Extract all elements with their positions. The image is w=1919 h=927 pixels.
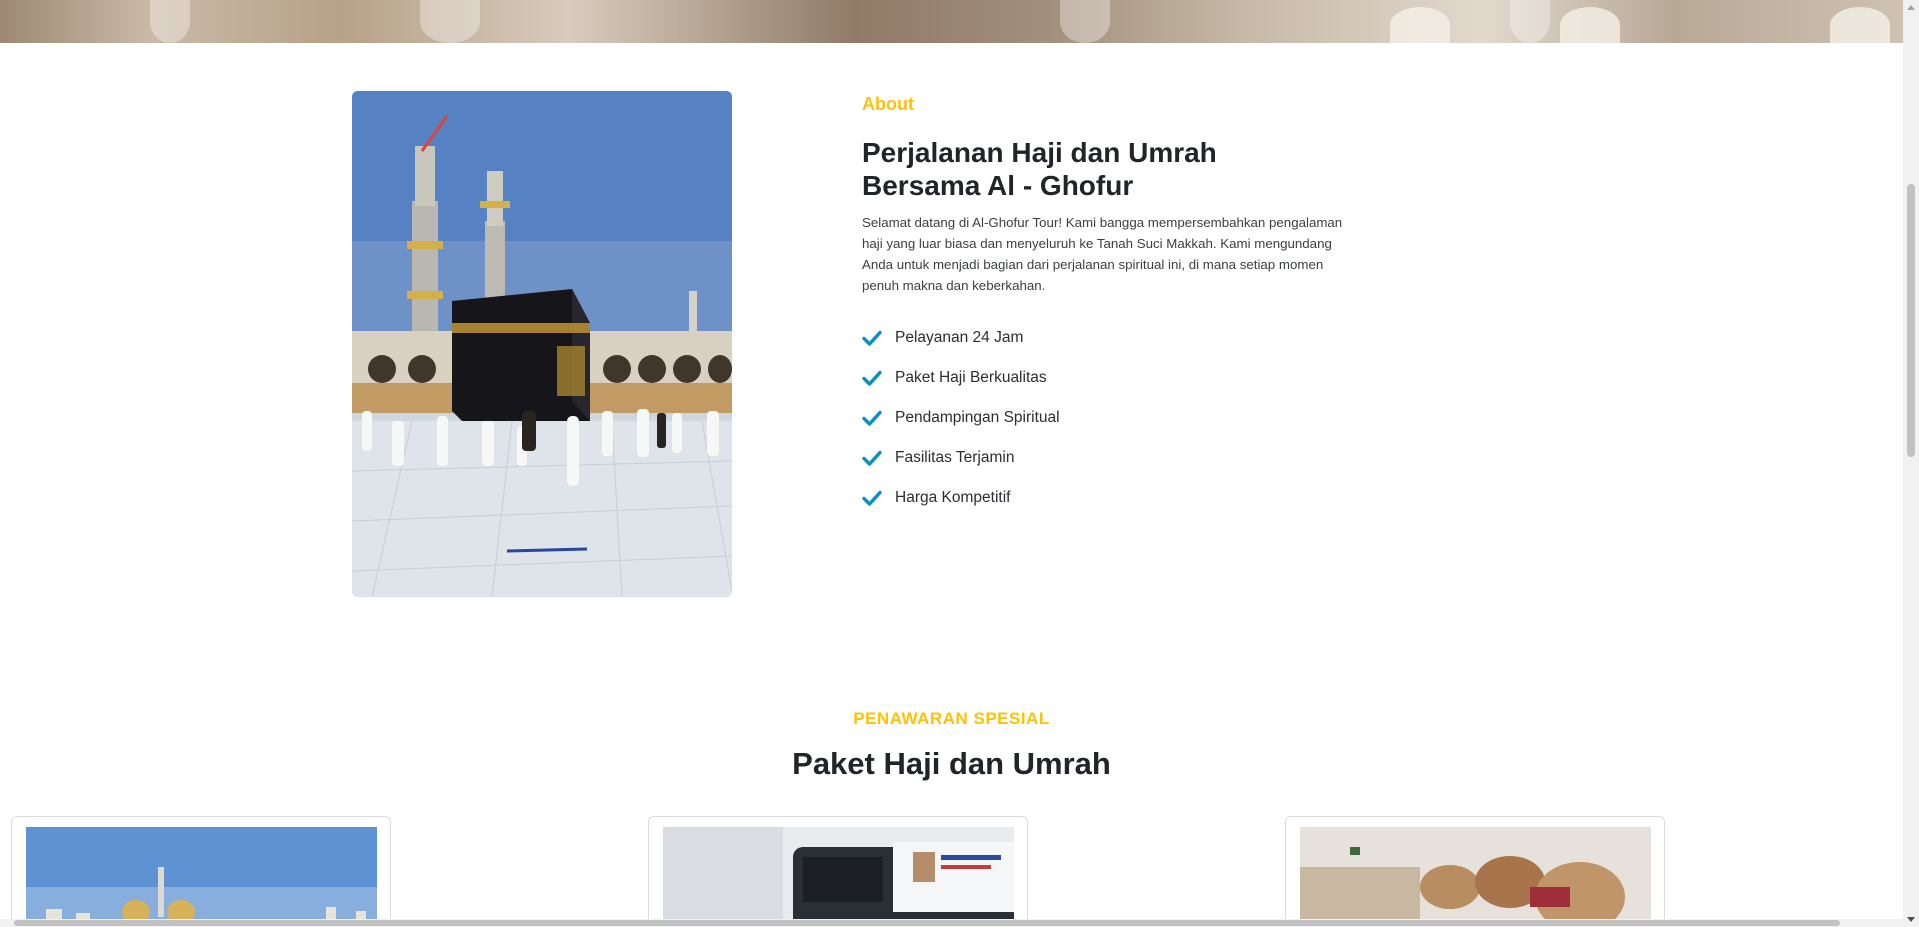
- package-card[interactable]: [11, 816, 391, 927]
- package-image-camels: [1300, 827, 1651, 927]
- feature-list: Pelayanan 24 Jam Paket Haji Berkualitas …: [862, 318, 1352, 518]
- check-icon: [862, 410, 882, 426]
- feature-label: Harga Kompetitif: [895, 489, 1011, 506]
- scroll-down-arrow-icon[interactable]: [1907, 917, 1915, 922]
- hero-banner-image: [0, 0, 1903, 43]
- package-card[interactable]: [1285, 816, 1665, 927]
- check-icon: [862, 490, 882, 506]
- feature-label: Pendampingan Spiritual: [895, 409, 1060, 426]
- feature-item: Pelayanan 24 Jam: [862, 318, 1352, 358]
- feature-item: Fasilitas Terjamin: [862, 438, 1352, 478]
- feature-item: Harga Kompetitif: [862, 478, 1352, 518]
- about-description: Selamat datang di Al-Ghofur Tour! Kami b…: [862, 215, 1343, 293]
- check-icon: [862, 370, 882, 386]
- kaaba-photo: [352, 91, 732, 597]
- about-label: About: [862, 94, 914, 114]
- feature-label: Pelayanan 24 Jam: [895, 329, 1024, 346]
- package-card[interactable]: [648, 816, 1028, 927]
- feature-item: Paket Haji Berkualitas: [862, 358, 1352, 398]
- feature-item: Pendampingan Spiritual: [862, 398, 1352, 438]
- feature-label: Fasilitas Terjamin: [895, 449, 1015, 466]
- offers-title: Paket Haji dan Umrah: [792, 746, 1111, 781]
- horizontal-scrollbar[interactable]: [0, 919, 1903, 927]
- offers-label: PENAWARAN SPESIAL: [853, 709, 1050, 728]
- vertical-scrollbar-thumb[interactable]: [1907, 184, 1915, 457]
- package-image-mosque: [26, 827, 377, 927]
- package-image-bus: [663, 827, 1014, 927]
- vertical-scrollbar[interactable]: [1903, 0, 1919, 927]
- check-icon: [862, 450, 882, 466]
- about-section: About Perjalanan Haji dan Umrah Bersama …: [862, 93, 1352, 518]
- horizontal-scrollbar-thumb[interactable]: [14, 920, 1840, 926]
- check-icon: [862, 330, 882, 346]
- feature-label: Paket Haji Berkualitas: [895, 369, 1047, 386]
- scroll-up-arrow-icon[interactable]: [1907, 5, 1915, 10]
- about-title: Perjalanan Haji dan Umrah Bersama Al - G…: [862, 137, 1217, 201]
